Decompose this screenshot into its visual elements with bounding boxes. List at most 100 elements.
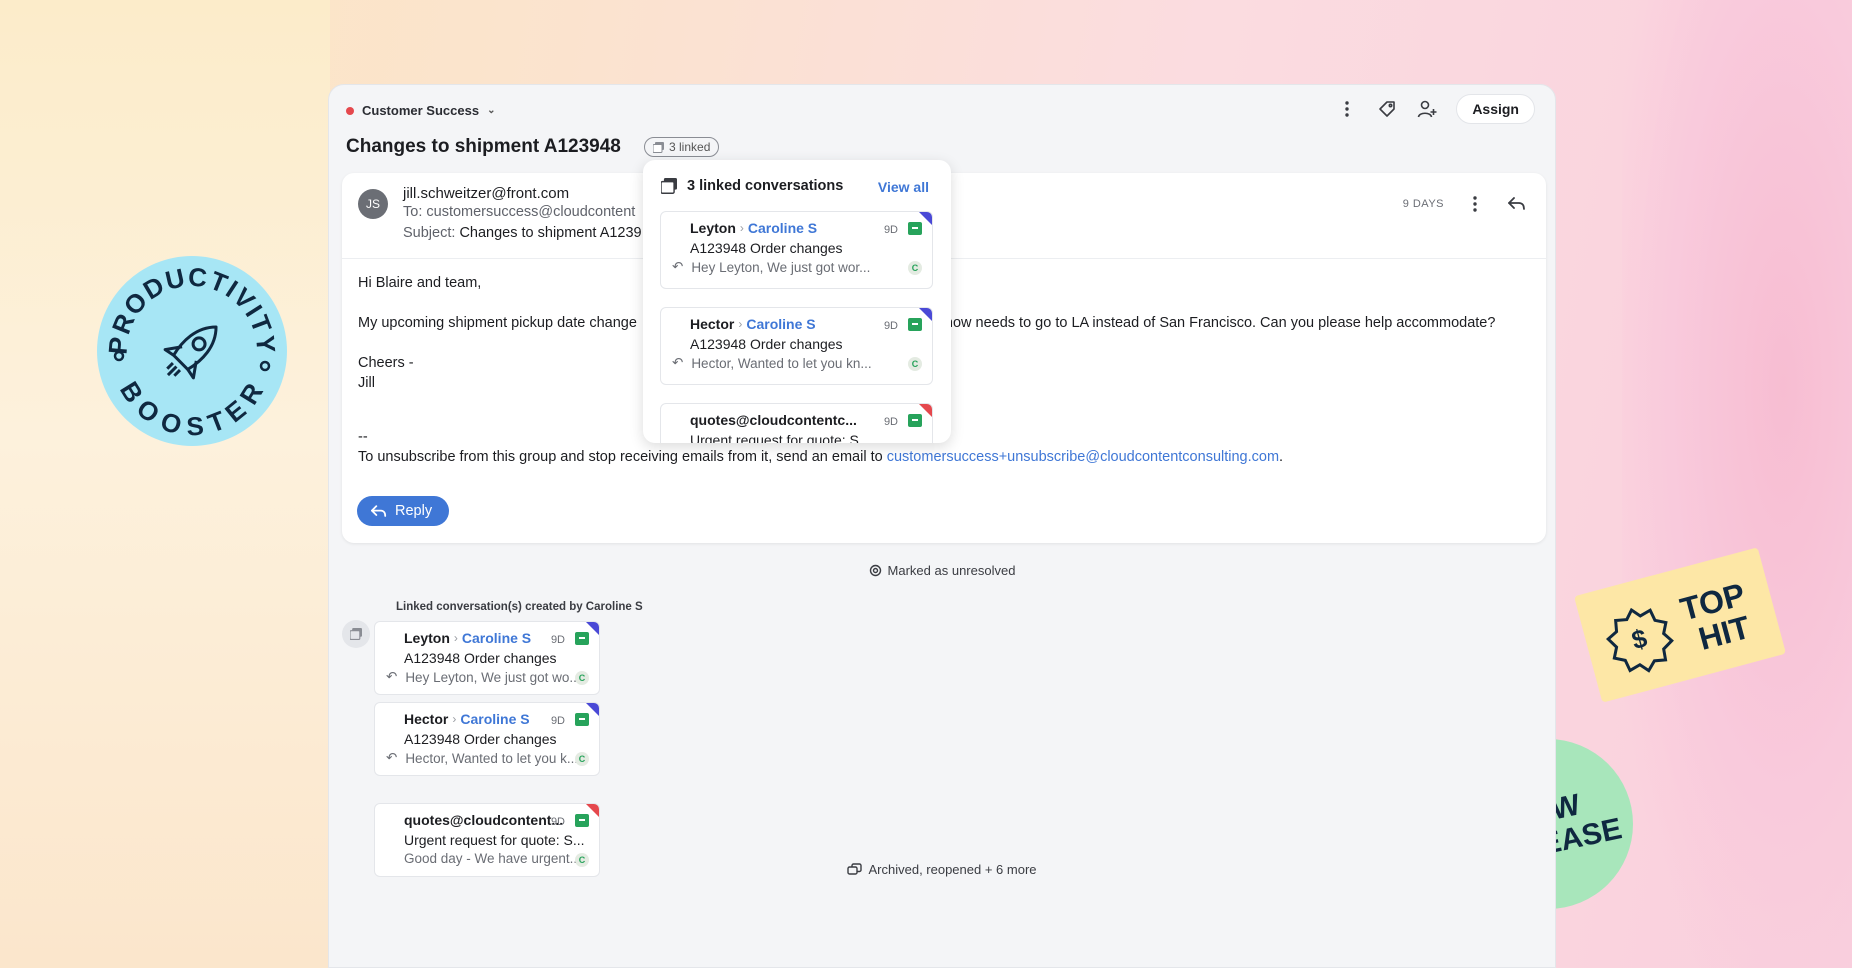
linked-section-label: Linked conversation(s) created by Caroli… [396, 601, 643, 613]
inbox-name: Customer Success [362, 103, 480, 118]
stack-icon [342, 620, 370, 648]
body-text-start: My upcoming shipment pickup date change [358, 315, 637, 331]
reply-icon: ↶ [386, 669, 398, 684]
background-right [1622, 0, 1852, 968]
card-preview: Hector, Wanted to let you kn... [691, 355, 872, 371]
archive-icon [908, 222, 922, 235]
to-label: To: [403, 204, 423, 220]
contact-name: quotes@cloudcontentc... [690, 412, 857, 428]
subject-line: Subject: Changes to shipment A1239 [403, 225, 642, 241]
reply-arrow-icon [371, 504, 387, 517]
assignee-name: Caroline S [460, 711, 530, 727]
assign-button[interactable]: Assign [1456, 94, 1535, 124]
stack-icon [653, 141, 664, 153]
conversation-title: Changes to shipment A123948 [346, 136, 621, 157]
card-header: quotes@cloudcontentc... [690, 412, 857, 428]
reply-button[interactable]: Reply [357, 496, 450, 526]
sender-email[interactable]: jill.schweitzer@front.com [403, 185, 569, 202]
unsubscribe-line: To unsubscribe from this group and stop … [358, 447, 1495, 467]
assignee-name: Caroline S [461, 630, 532, 646]
chevron-right-icon: › [738, 317, 743, 331]
card-subject: A123948 Order changes [404, 731, 557, 747]
history-event[interactable]: Archived, reopened + 6 more [329, 862, 1555, 877]
view-all-link[interactable]: View all [878, 179, 929, 195]
tag-icon[interactable] [1376, 98, 1398, 120]
archive-icon [908, 414, 922, 427]
recipient-email: customersuccess@cloudcontent [426, 204, 636, 220]
booster-text: BOOSTER [114, 376, 268, 441]
message-meta: 9 DAYS [1403, 193, 1528, 215]
popover-header: 3 linked conversations [661, 178, 843, 194]
productivity-text: PRODUCTIVITY [103, 261, 280, 355]
card-subject: A123948 Order changes [690, 336, 843, 352]
message-more-icon[interactable] [1464, 193, 1486, 215]
message-age: 9 DAYS [1402, 198, 1444, 210]
svg-text:BOOSTER: BOOSTER [114, 376, 270, 441]
reply-icon: ↶ [672, 259, 684, 274]
status-event: Marked as unresolved [329, 563, 1555, 578]
card-header: Leyton › Caroline S [690, 220, 817, 236]
card-header: Hector › Caroline S [690, 316, 816, 332]
add-user-icon[interactable] [1416, 98, 1438, 120]
contact-name: quotes@cloudcontent... [404, 812, 564, 828]
reply-icon: ↶ [386, 750, 398, 765]
recipient-line: To: customersuccess@cloudcontent [403, 204, 635, 220]
teammate-badge: C [575, 752, 589, 766]
card-header: Hector › Caroline S [404, 711, 530, 727]
assignee-name: Caroline S [746, 316, 816, 332]
background-left [0, 0, 330, 968]
contact-name: Leyton [690, 220, 736, 236]
card-header: Leyton › Caroline S [404, 630, 531, 646]
teammate-badge: C [908, 261, 922, 275]
popover-conversation-card[interactable]: Leyton › Caroline S 9D A123948 Order cha… [660, 211, 933, 289]
stack-icon [661, 178, 677, 194]
history-icon [847, 863, 863, 875]
unsubscribe-link[interactable]: customersuccess+unsubscribe@cloudcontent… [887, 449, 1279, 465]
popover-conversation-card[interactable]: Hector › Caroline S 9D A123948 Order cha… [660, 307, 933, 385]
contact-name: Hector [690, 316, 735, 332]
card-preview: Hey Leyton, We just got wor... [691, 259, 871, 275]
top-actions: Assign [1336, 94, 1535, 124]
card-age: 9D [550, 816, 565, 828]
card-preview: Hey Leyton, We just got wo... [405, 669, 581, 685]
card-subject: A123948 Order changes [404, 650, 557, 666]
more-vertical-icon[interactable] [1336, 98, 1358, 120]
reply-icon[interactable] [1506, 193, 1528, 215]
card-preview-row: ↶ Hey Leyton, We just got wo... [386, 669, 581, 685]
archive-icon [575, 713, 589, 726]
teammate-badge: C [908, 357, 922, 371]
top-bar: Customer Success ⌄ Assign [329, 85, 1555, 135]
popover-title: 3 linked conversations [687, 178, 844, 194]
dollar-badge-icon: $ [1605, 607, 1674, 673]
linked-conversations-popover: 3 linked conversations View all Leyton ›… [643, 160, 951, 443]
contact-name: Leyton [404, 630, 450, 646]
linked-conversations-pill[interactable]: 3 linked [644, 137, 720, 157]
chevron-right-icon: › [453, 631, 458, 645]
card-preview-row: ↶ Hey Leyton, We just got wor... [672, 259, 870, 275]
inbox-status-dot [346, 106, 354, 115]
contact-name: Hector [404, 711, 449, 727]
assignee-name: Caroline S [747, 220, 818, 236]
productivity-booster-sticker: PRODUCTIVITY BOOSTER [97, 256, 287, 446]
inbox-selector[interactable]: Customer Success ⌄ [346, 103, 495, 118]
reply-icon: ↶ [672, 355, 684, 370]
body-text-end: now needs to go to LA instead of San Fra… [944, 315, 1496, 331]
reply-label: Reply [395, 503, 433, 519]
status-text: Marked as unresolved [887, 563, 1016, 578]
card-age: 9D [883, 224, 898, 236]
linked-conversation-card[interactable]: Leyton › Caroline S 9D A123948 Order cha… [374, 621, 600, 695]
teammate-badge: C [575, 671, 589, 685]
svg-text:$: $ [1628, 623, 1650, 656]
card-preview: Hector, Wanted to let you k... [405, 750, 579, 766]
chevron-right-icon: › [452, 712, 457, 726]
card-age: 9D [883, 416, 898, 428]
card-header: quotes@cloudcontent... [404, 812, 563, 828]
card-age: 9D [550, 715, 565, 727]
card-subject: A123948 Order changes [690, 240, 843, 256]
history-text: Archived, reopened + 6 more [868, 862, 1037, 877]
subject-value: Changes to shipment A1239 [459, 225, 642, 241]
popover-conversation-card[interactable]: quotes@cloudcontentc... 9D Urgent reques… [660, 403, 933, 443]
card-subject: Urgent request for quote: S... [690, 432, 871, 443]
linked-conversation-card[interactable]: Hector › Caroline S 9D A123948 Order cha… [374, 702, 600, 776]
subject-label: Subject: [403, 225, 456, 241]
